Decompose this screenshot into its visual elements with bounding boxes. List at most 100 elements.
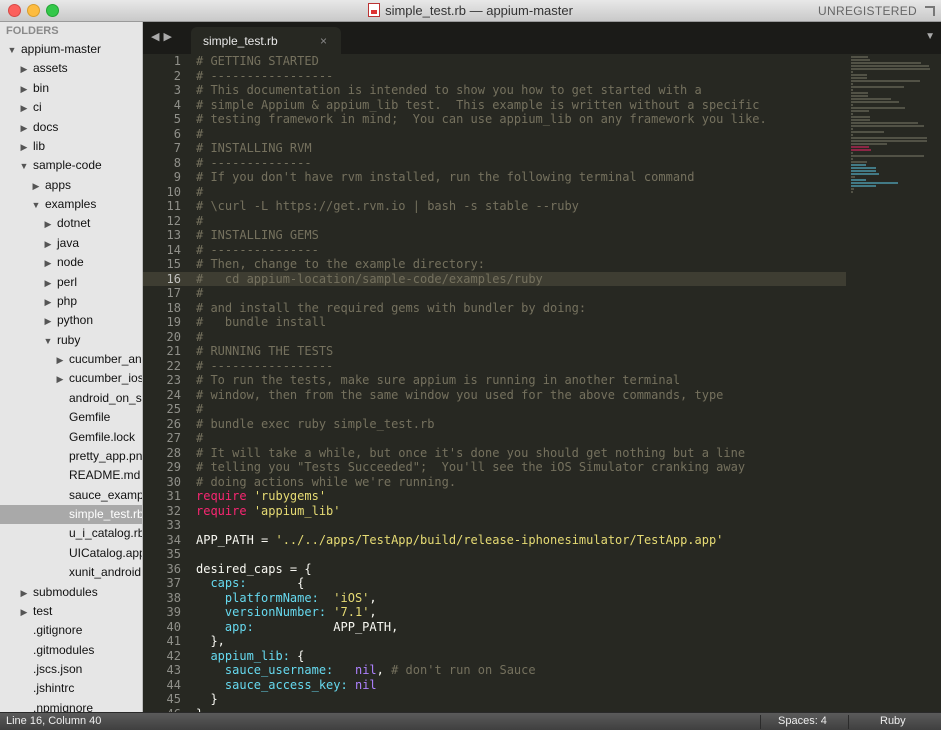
code-line[interactable]: # RUNNING THE TESTS bbox=[196, 344, 846, 359]
sidebar-file[interactable]: UICatalog.app bbox=[0, 544, 142, 563]
sidebar-folder[interactable]: ▶ ci bbox=[0, 98, 142, 117]
code-line[interactable]: # This documentation is intended to show… bbox=[196, 83, 846, 98]
code-line[interactable]: # INSTALLING RVM bbox=[196, 141, 846, 156]
disclosure-collapsed-icon[interactable]: ▶ bbox=[30, 177, 42, 195]
code-line[interactable]: # bbox=[196, 330, 846, 345]
code-line[interactable]: # GETTING STARTED bbox=[196, 54, 846, 69]
sidebar-file[interactable]: .jshintrc bbox=[0, 679, 142, 698]
sidebar-file[interactable]: u_i_catalog.rb bbox=[0, 524, 142, 543]
code-line[interactable] bbox=[196, 547, 846, 562]
close-tab-icon[interactable]: × bbox=[320, 34, 327, 48]
sidebar-folder[interactable]: ▶ php bbox=[0, 292, 142, 311]
code-line[interactable]: # window, then from the same window you … bbox=[196, 388, 846, 403]
disclosure-collapsed-icon[interactable]: ▶ bbox=[42, 312, 54, 330]
sidebar-file[interactable]: .npmignore bbox=[0, 699, 142, 712]
code-line[interactable] bbox=[196, 518, 846, 533]
code-line[interactable]: # bundle exec ruby simple_test.rb bbox=[196, 417, 846, 432]
sidebar-file[interactable]: Gemfile bbox=[0, 408, 142, 427]
code-line[interactable]: # -------------- bbox=[196, 156, 846, 171]
sidebar-file[interactable]: android_on_sa bbox=[0, 389, 142, 408]
code-line[interactable]: # To run the tests, make sure appium is … bbox=[196, 373, 846, 388]
disclosure-collapsed-icon[interactable]: ▶ bbox=[54, 351, 66, 369]
sidebar-folder[interactable]: ▼ examples bbox=[0, 195, 142, 214]
code-line[interactable]: appium_lib: { bbox=[196, 649, 846, 664]
arrow-right-icon[interactable]: ▶ bbox=[163, 31, 175, 43]
disclosure-collapsed-icon[interactable]: ▶ bbox=[18, 80, 30, 98]
code-line[interactable]: desired_caps = { bbox=[196, 562, 846, 577]
disclosure-collapsed-icon[interactable]: ▶ bbox=[18, 138, 30, 156]
tab-simple-test[interactable]: simple_test.rb × bbox=[191, 27, 341, 54]
sidebar-file[interactable]: .gitignore bbox=[0, 621, 142, 640]
code-line[interactable]: app: APP_PATH, bbox=[196, 620, 846, 635]
code-line[interactable]: # INSTALLING GEMS bbox=[196, 228, 846, 243]
sidebar-file[interactable]: simple_test.rb bbox=[0, 505, 142, 525]
sidebar-folder[interactable]: ▶ lib bbox=[0, 137, 142, 156]
code-line[interactable]: # and install the required gems with bun… bbox=[196, 301, 846, 316]
code-line[interactable]: # bbox=[196, 127, 846, 142]
code-line[interactable]: # bbox=[196, 185, 846, 200]
code-line[interactable]: # If you don't have rvm installed, run t… bbox=[196, 170, 846, 185]
code-line[interactable]: # bbox=[196, 402, 846, 417]
code-line[interactable]: caps: { bbox=[196, 576, 846, 591]
code-line[interactable]: # ----------------- bbox=[196, 359, 846, 374]
disclosure-collapsed-icon[interactable]: ▶ bbox=[18, 603, 30, 621]
sidebar-folder[interactable]: ▶ assets bbox=[0, 59, 142, 78]
sidebar-folder[interactable]: ▶ bin bbox=[0, 79, 142, 98]
code-line[interactable]: # bundle install bbox=[196, 315, 846, 330]
sidebar-folder[interactable]: ▼ ruby bbox=[0, 331, 142, 350]
code-line[interactable]: # Then, change to the example directory: bbox=[196, 257, 846, 272]
sidebar-file[interactable]: .gitmodules bbox=[0, 641, 142, 660]
sidebar-file[interactable]: xunit_android. bbox=[0, 563, 142, 582]
tab-dropdown-icon[interactable]: ▼ bbox=[925, 31, 935, 42]
code-line[interactable]: } bbox=[196, 692, 846, 707]
code-line[interactable]: # bbox=[196, 431, 846, 446]
code-line[interactable]: APP_PATH = '../../apps/TestApp/build/rel… bbox=[196, 533, 846, 548]
disclosure-collapsed-icon[interactable]: ▶ bbox=[42, 235, 54, 253]
disclosure-collapsed-icon[interactable]: ▶ bbox=[18, 99, 30, 117]
sidebar-folder[interactable]: ▶ docs bbox=[0, 118, 142, 137]
code-line[interactable]: sauce_access_key: nil bbox=[196, 678, 846, 693]
code-line[interactable]: # --------------- bbox=[196, 243, 846, 258]
code-line[interactable]: # simple Appium & appium_lib test. This … bbox=[196, 98, 846, 113]
disclosure-collapsed-icon[interactable]: ▶ bbox=[42, 293, 54, 311]
sidebar-folder[interactable]: ▶ cucumber_ios bbox=[0, 369, 142, 388]
sidebar-folder[interactable]: ▶ apps bbox=[0, 176, 142, 195]
syntax-selector[interactable]: Ruby bbox=[880, 715, 906, 727]
disclosure-collapsed-icon[interactable]: ▶ bbox=[18, 584, 30, 602]
code-line[interactable]: # testing framework in mind; You can use… bbox=[196, 112, 846, 127]
disclosure-expanded-icon[interactable]: ▼ bbox=[42, 332, 54, 350]
sidebar-folder[interactable]: ▶ test bbox=[0, 602, 142, 621]
code-line[interactable]: platformName: 'iOS', bbox=[196, 591, 846, 606]
code-line[interactable]: # ----------------- bbox=[196, 69, 846, 84]
sidebar-file[interactable]: Gemfile.lock bbox=[0, 428, 142, 447]
disclosure-collapsed-icon[interactable]: ▶ bbox=[18, 119, 30, 137]
code-line[interactable]: # cd appium-location/sample-code/example… bbox=[184, 271, 846, 286]
code-area[interactable]: # GETTING STARTED # ----------------- # Th… bbox=[184, 54, 846, 712]
sidebar-folder[interactable]: ▼ appium-master bbox=[0, 40, 142, 59]
sidebar-folder[interactable]: ▶ node bbox=[0, 253, 142, 272]
indentation-setting[interactable]: Spaces: 4 bbox=[778, 715, 827, 727]
disclosure-collapsed-icon[interactable]: ▶ bbox=[42, 274, 54, 292]
disclosure-expanded-icon[interactable]: ▼ bbox=[6, 41, 18, 59]
code-line[interactable]: versionNumber: '7.1', bbox=[196, 605, 846, 620]
disclosure-expanded-icon[interactable]: ▼ bbox=[18, 157, 30, 175]
disclosure-collapsed-icon[interactable]: ▶ bbox=[54, 370, 66, 388]
code-line[interactable]: require 'rubygems' bbox=[196, 489, 846, 504]
code-line[interactable]: # \curl -L https://get.rvm.io | bash -s … bbox=[196, 199, 846, 214]
minimap[interactable] bbox=[851, 56, 935, 276]
code-line[interactable]: require 'appium_lib' bbox=[196, 504, 846, 519]
sidebar-file[interactable]: sauce_exampl bbox=[0, 486, 142, 505]
disclosure-collapsed-icon[interactable]: ▶ bbox=[18, 60, 30, 78]
code-line[interactable]: }, bbox=[196, 634, 846, 649]
sidebar-folder[interactable]: ▶ submodules bbox=[0, 583, 142, 602]
code-line[interactable]: # bbox=[196, 286, 846, 301]
disclosure-collapsed-icon[interactable]: ▶ bbox=[42, 254, 54, 272]
code-line[interactable]: # doing actions while we're running. bbox=[196, 475, 846, 490]
sidebar-file[interactable]: pretty_app.png bbox=[0, 447, 142, 466]
sidebar-file[interactable]: .jscs.json bbox=[0, 660, 142, 679]
sidebar-folder[interactable]: ▼ sample-code bbox=[0, 156, 142, 175]
disclosure-collapsed-icon[interactable]: ▶ bbox=[42, 215, 54, 233]
sidebar-folder[interactable]: ▶ perl bbox=[0, 273, 142, 292]
sidebar-folder[interactable]: ▶ java bbox=[0, 234, 142, 253]
code-line[interactable]: # bbox=[196, 214, 846, 229]
